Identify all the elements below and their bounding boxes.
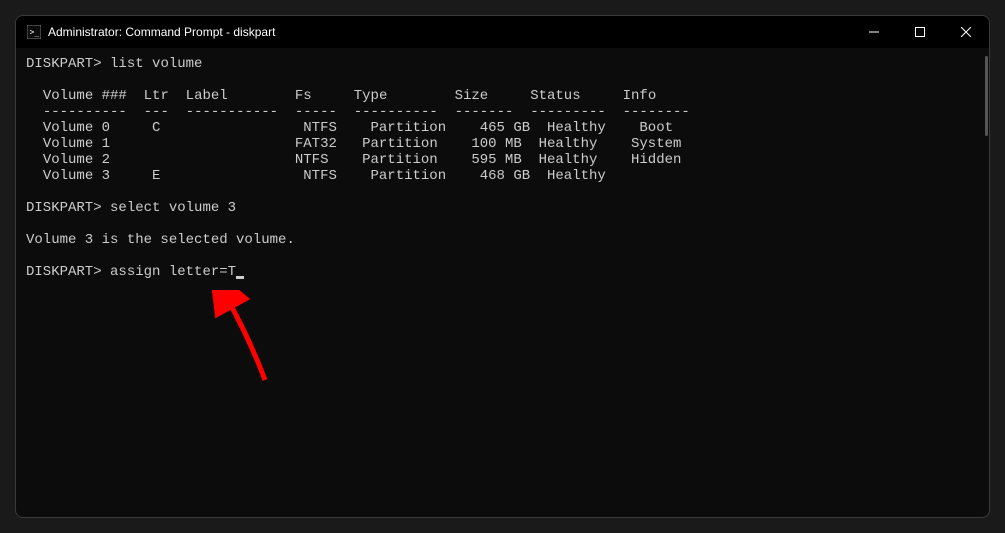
prompt: DISKPART> <box>26 200 102 216</box>
sep: -------- <box>623 104 690 120</box>
row-status: Healthy <box>547 168 606 184</box>
header-fs: Fs <box>295 88 312 104</box>
row-status: Healthy <box>539 152 598 168</box>
minimize-button[interactable] <box>851 16 897 48</box>
row-vol: Volume 2 <box>43 152 110 168</box>
prompt: DISKPART> <box>26 264 102 280</box>
row-ltr: C <box>152 120 160 136</box>
row-fs: NTFS <box>303 168 337 184</box>
row-vol: Volume 3 <box>43 168 110 184</box>
header-ltr: Ltr <box>144 88 169 104</box>
command-2: select volume 3 <box>110 200 236 216</box>
header-type: Type <box>354 88 388 104</box>
header-volume: Volume ### <box>43 88 127 104</box>
close-button[interactable] <box>943 16 989 48</box>
header-status: Status <box>530 88 580 104</box>
row-fs: NTFS <box>303 120 337 136</box>
row-vol: Volume 1 <box>43 136 110 152</box>
window-title: Administrator: Command Prompt - diskpart <box>48 25 275 39</box>
row-type: Partition <box>371 120 447 136</box>
maximize-button[interactable] <box>897 16 943 48</box>
row-vol: Volume 0 <box>43 120 110 136</box>
row-fs: NTFS <box>295 152 329 168</box>
header-label: Label <box>186 88 228 104</box>
row-fs: FAT32 <box>295 136 337 152</box>
row-type: Partition <box>362 136 438 152</box>
row-type: Partition <box>371 168 447 184</box>
scrollbar[interactable] <box>985 56 988 136</box>
row-info: Boot <box>639 120 673 136</box>
titlebar[interactable]: >_ Administrator: Command Prompt - diskp… <box>16 16 989 48</box>
svg-text:>_: >_ <box>30 28 40 37</box>
row-size: 468 GB <box>480 168 530 184</box>
prompt: DISKPART> <box>26 56 102 72</box>
row-status: Healthy <box>547 120 606 136</box>
command-1: list volume <box>110 56 202 72</box>
sep: --------- <box>530 104 606 120</box>
sep: ----- <box>295 104 337 120</box>
row-ltr: E <box>152 168 160 184</box>
row-type: Partition <box>362 152 438 168</box>
terminal-output[interactable]: DISKPART> list volume Volume ### Ltr Lab… <box>16 48 989 517</box>
sep: --- <box>144 104 169 120</box>
row-size: 100 MB <box>471 136 521 152</box>
window-controls <box>851 16 989 48</box>
sep: ---------- <box>354 104 438 120</box>
row-info: System <box>631 136 681 152</box>
sep: ---------- <box>43 104 127 120</box>
response-2: Volume 3 is the selected volume. <box>26 232 295 248</box>
cursor <box>236 276 244 279</box>
command-3: assign letter=T <box>110 264 236 280</box>
cmd-icon: >_ <box>26 24 42 40</box>
sep: ----------- <box>186 104 278 120</box>
command-prompt-window: >_ Administrator: Command Prompt - diskp… <box>15 15 990 518</box>
row-info: Hidden <box>631 152 681 168</box>
header-size: Size <box>455 88 489 104</box>
header-info: Info <box>623 88 657 104</box>
row-size: 595 MB <box>471 152 521 168</box>
row-status: Healthy <box>539 136 598 152</box>
row-size: 465 GB <box>480 120 530 136</box>
sep: ------- <box>455 104 514 120</box>
